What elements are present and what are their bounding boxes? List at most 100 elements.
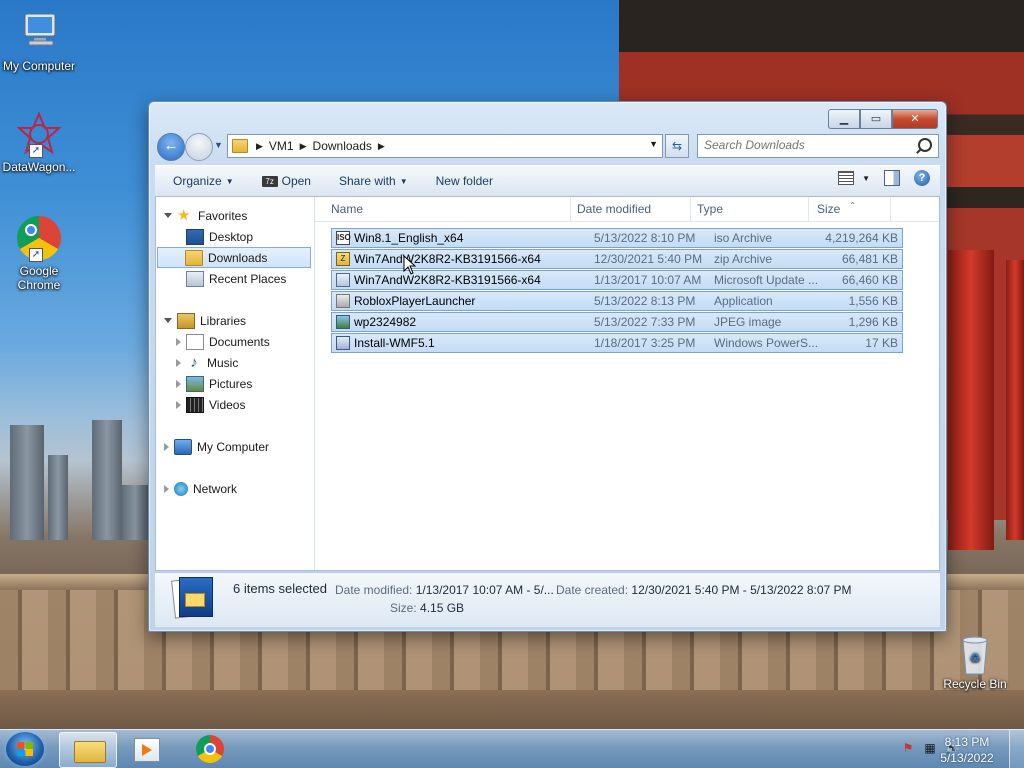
system-clock[interactable]: 8:13 PM 5/13/2022 — [932, 734, 1002, 766]
column-type[interactable]: Type — [691, 197, 809, 221]
windows-logo-icon — [17, 742, 33, 756]
msu-file-icon — [336, 273, 350, 287]
explorer-window[interactable]: ▁ ▭ ✕ ← ▼ ▶ VM1 ▶ Downloads ▶ ▼ ⇆ Organi… — [148, 101, 947, 632]
file-type: Application — [714, 294, 773, 308]
nav-music[interactable]: ♪ Music — [176, 352, 238, 373]
desktop-icon-label: Google Chrome — [17, 264, 61, 292]
expand-icon[interactable] — [164, 442, 169, 451]
downloads-folder-icon — [185, 249, 203, 266]
jpeg-file-icon — [336, 315, 350, 329]
organize-button[interactable]: Organize ▼ — [155, 174, 248, 188]
breadcrumb-arrow-icon[interactable]: ▶ — [256, 141, 263, 152]
breadcrumb-arrow-icon[interactable]: ▶ — [378, 141, 385, 152]
action-center-icon[interactable]: ⚑ — [900, 740, 916, 756]
expand-icon[interactable] — [164, 213, 172, 218]
file-row[interactable]: wp2324982 5/13/2022 7:33 PM JPEG image 1… — [331, 312, 903, 332]
date-created-value: 12/30/2021 5:40 PM - 5/13/2022 8:07 PM — [631, 583, 852, 597]
desktop-icon-google-chrome[interactable]: ➚ Google Chrome — [0, 216, 78, 292]
desktop-icon-datawagon[interactable]: ➚ DataWagon... — [0, 111, 78, 174]
refresh-button[interactable]: ⇆ — [665, 134, 689, 158]
desktop-icon-label: Recycle Bin — [943, 677, 1007, 691]
nav-videos[interactable]: Videos — [176, 394, 245, 415]
taskbar-explorer-button[interactable] — [59, 732, 117, 768]
file-size: 1,556 KB — [848, 294, 898, 308]
nav-favorites[interactable]: ★ Favorites — [164, 205, 247, 226]
close-button[interactable]: ✕ — [892, 109, 938, 129]
breadcrumb-downloads[interactable]: Downloads — [307, 139, 378, 153]
clock-time: 8:13 PM — [944, 735, 990, 749]
taskbar-chrome-button[interactable] — [182, 732, 238, 766]
nav-libraries[interactable]: Libraries — [164, 310, 246, 331]
expand-icon[interactable] — [164, 484, 169, 493]
star-icon: ★ — [177, 206, 191, 224]
start-button[interactable] — [6, 732, 44, 766]
address-bar[interactable]: ▶ VM1 ▶ Downloads ▶ ▼ — [227, 134, 663, 158]
nav-label: Music — [207, 355, 239, 370]
chevron-down-icon: ▼ — [225, 176, 234, 186]
desktop-icon-my-computer[interactable]: My Computer — [0, 8, 78, 73]
file-name: Win7AndW2K8R2-KB3191566-x64 — [354, 273, 541, 287]
size-value: 4.15 GB — [420, 601, 465, 615]
nav-network[interactable]: Network — [164, 478, 237, 499]
file-type: JPEG image — [714, 315, 782, 329]
file-row[interactable]: Install-WMF5.1 1/18/2017 3:25 PM Windows… — [331, 333, 903, 353]
forward-button[interactable] — [185, 133, 213, 161]
share-with-button[interactable]: Share with ▼ — [325, 174, 422, 188]
open-button[interactable]: 7z Open — [248, 174, 325, 188]
recycle-bin-icon: ♻ — [962, 636, 988, 675]
help-icon[interactable]: ? — [914, 170, 930, 186]
desktop-icon-recycle-bin[interactable]: ♻ Recycle Bin — [936, 632, 1014, 691]
recent-pages-dropdown[interactable]: ▼ — [214, 140, 223, 150]
recent-places-icon — [186, 270, 204, 287]
expand-icon[interactable] — [176, 358, 181, 367]
nav-label: Network — [193, 481, 238, 496]
taskbar-media-player-button[interactable] — [118, 732, 174, 766]
preview-pane-icon[interactable] — [884, 170, 900, 186]
details-view-icon — [838, 171, 855, 185]
file-size: 66,460 KB — [841, 273, 898, 287]
maximize-button[interactable]: ▭ — [860, 109, 892, 129]
show-desktop-button[interactable] — [1009, 730, 1024, 768]
nav-pictures[interactable]: Pictures — [176, 373, 252, 394]
file-type: Windows PowerS... — [714, 336, 819, 350]
back-button[interactable]: ← — [157, 133, 185, 161]
expand-icon[interactable] — [176, 337, 181, 346]
nav-documents[interactable]: Documents — [176, 331, 270, 352]
details-pane: 6 items selected Date modified: 1/13/201… — [155, 572, 940, 627]
breadcrumb-arrow-icon[interactable]: ▶ — [300, 141, 307, 152]
file-name: Win8.1_English_x64 — [354, 231, 464, 245]
expand-icon[interactable] — [176, 400, 181, 409]
column-date-modified[interactable]: Date modified — [571, 197, 691, 221]
search-box[interactable] — [697, 134, 939, 158]
nav-recent-places[interactable]: Recent Places — [186, 268, 286, 289]
desktop-icon-label: DataWagon... — [2, 160, 76, 174]
expand-icon[interactable] — [164, 318, 172, 323]
pictures-icon — [186, 375, 204, 392]
file-name: wp2324982 — [354, 315, 417, 329]
column-name[interactable]: Name — [315, 197, 571, 221]
size-label: Size: — [390, 601, 417, 615]
search-icon[interactable] — [918, 138, 932, 152]
minimize-button[interactable]: ▁ — [828, 109, 860, 129]
file-name: RobloxPlayerLauncher — [354, 294, 476, 308]
change-view-button[interactable]: ▼ — [838, 171, 870, 185]
nav-downloads[interactable]: Downloads — [157, 247, 311, 268]
file-row[interactable]: ISO Win8.1_English_x64 5/13/2022 8:10 PM… — [331, 228, 903, 248]
column-size[interactable]: Size ⌃ — [809, 197, 891, 221]
search-input[interactable] — [698, 135, 904, 155]
nav-label: Documents — [209, 334, 270, 349]
powershell-file-icon — [336, 336, 350, 350]
file-date: 12/30/2021 5:40 PM — [594, 252, 703, 266]
shortcut-arrow-icon: ➚ — [29, 144, 43, 158]
file-list: Name Date modified Type Size ⌃ ISO Win8.… — [315, 197, 939, 570]
nav-my-computer[interactable]: My Computer — [164, 436, 269, 457]
nav-label: Favorites — [198, 208, 248, 223]
address-history-dropdown[interactable]: ▼ — [649, 139, 658, 149]
new-folder-button[interactable]: New folder — [422, 174, 507, 188]
expand-icon[interactable] — [176, 379, 181, 388]
file-row[interactable]: RobloxPlayerLauncher 5/13/2022 8:13 PM A… — [331, 291, 903, 311]
breadcrumb-vm1[interactable]: VM1 — [263, 139, 300, 153]
documents-icon — [186, 333, 204, 350]
file-date: 5/13/2022 7:33 PM — [594, 315, 696, 329]
nav-desktop[interactable]: Desktop — [186, 226, 253, 247]
